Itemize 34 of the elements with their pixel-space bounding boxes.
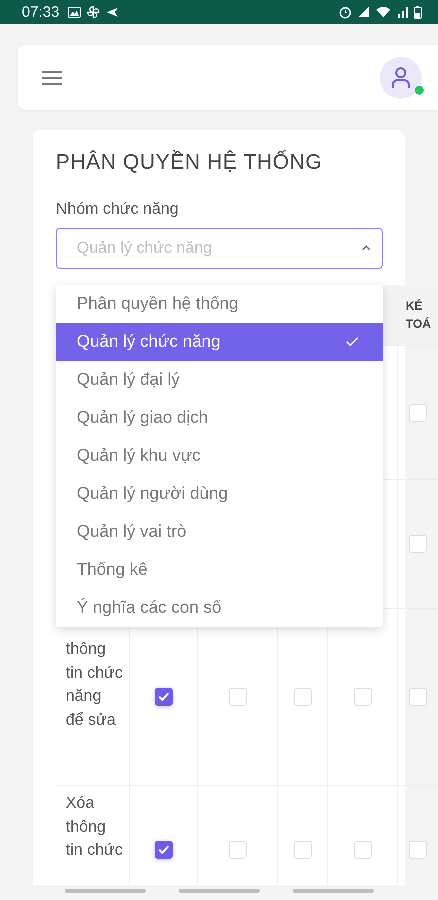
wifi-icon [376, 6, 391, 18]
dropdown-option[interactable]: Quản lý giao dịch [56, 399, 383, 437]
pinwheel-icon [86, 6, 100, 18]
permission-checkbox[interactable] [154, 688, 172, 706]
dropdown-option[interactable]: Ý nghĩa các con số [56, 589, 383, 627]
dropdown-option[interactable]: Quản lý đại lý [56, 361, 383, 399]
field-label: Nhóm chức năng [56, 200, 180, 220]
caret-icon [362, 245, 371, 251]
dropdown-option[interactable]: Thống kê [56, 551, 383, 589]
dropdown-option[interactable]: Quản lý người dùng [56, 475, 383, 513]
group-select[interactable]: Quản lý chức năng [56, 228, 383, 269]
function-name: Xóa thông tin chức [66, 794, 123, 862]
signal-icon [358, 6, 370, 18]
send-icon [106, 6, 119, 18]
battery-icon [414, 6, 422, 18]
menu-icon[interactable] [42, 70, 62, 84]
permission-checkbox[interactable] [154, 841, 172, 859]
clock-time: 07:33 [22, 4, 60, 20]
check-icon [346, 337, 359, 347]
user-avatar[interactable] [380, 56, 422, 98]
user-icon [391, 66, 411, 88]
function-name: thông tin chức năng để sửa [66, 640, 123, 731]
dropdown-option[interactable]: Quản lý khu vực [56, 437, 383, 475]
image-icon [68, 6, 81, 18]
check-icon [158, 845, 170, 855]
online-status-dot [415, 86, 424, 94]
signal-bars-icon [397, 6, 408, 18]
page-title: PHÂN QUYỀN HỆ THỐNG [56, 150, 324, 176]
dropdown-option[interactable]: Phân quyền hệ thống [56, 285, 383, 323]
dropdown-option[interactable]: Quản lý vai trò [56, 513, 383, 551]
check-icon [158, 692, 170, 702]
dropdown-option[interactable]: Quản lý chức năng [56, 323, 383, 361]
alarm-icon [339, 6, 352, 18]
column-header: KÉ TOÁ [406, 298, 432, 333]
